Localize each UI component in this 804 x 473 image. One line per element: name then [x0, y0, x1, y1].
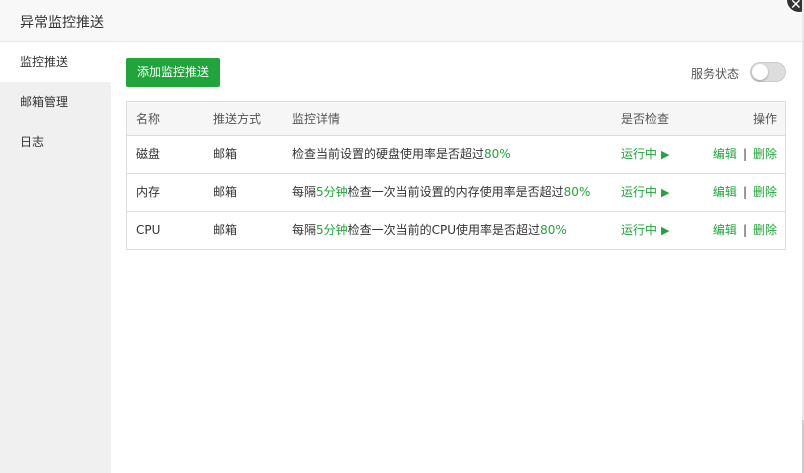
row-detail: 每隔5分钟检查一次当前设置的内存使用率是否超过80% [292, 174, 590, 211]
row-ops: 编辑 | 删除 [713, 136, 777, 173]
ops-separator: | [742, 147, 747, 161]
detail-threshold: 80% [563, 185, 591, 199]
row-ops: 编辑 | 删除 [713, 212, 777, 250]
run-status-label: 运行中 [621, 147, 658, 161]
row-name: 内存 [136, 185, 161, 199]
detail-threshold: 80% [540, 223, 567, 237]
play-icon: ▶ [661, 148, 670, 161]
detail-text: 检查当前设置的硬盘使用率是否超过 [292, 147, 485, 161]
row-method: 邮箱 [213, 185, 238, 199]
close-icon: ✕ [790, 0, 802, 13]
detail-text: 每隔 [292, 185, 317, 199]
sidebar-item-mailbox[interactable]: 邮箱管理 [0, 82, 111, 122]
table-row: 磁盘 邮箱 检查当前设置的硬盘使用率是否超过80% 运行中 ▶ 编辑 | 删除 [127, 136, 785, 174]
header-ops: 操作 [752, 112, 777, 126]
table-row: 内存 邮箱 每隔5分钟检查一次当前设置的内存使用率是否超过80% 运行中 ▶ 编辑… [127, 174, 785, 212]
row-detail: 检查当前设置的硬盘使用率是否超过80% [292, 136, 511, 173]
ops-separator: | [742, 185, 747, 199]
edit-link[interactable]: 编辑 [713, 147, 737, 161]
service-status-label: 服务状态 [691, 67, 740, 81]
delete-link[interactable]: 删除 [753, 147, 777, 161]
run-status[interactable]: 运行中 ▶ [621, 136, 669, 173]
run-status[interactable]: 运行中 ▶ [621, 212, 669, 250]
play-icon: ▶ [661, 224, 670, 237]
detail-highlight: 5分钟 [316, 185, 348, 199]
row-name: CPU [136, 223, 161, 237]
delete-link[interactable]: 删除 [753, 223, 777, 237]
header-detail: 监控详情 [292, 112, 341, 126]
main-content: 添加监控推送 服务状态 名称 推送方式 监控详情 是否检查 操作 磁盘 邮箱 检… [111, 42, 802, 473]
row-method: 邮箱 [213, 223, 238, 237]
table-header: 名称 推送方式 监控详情 是否检查 操作 [127, 102, 785, 136]
header-name: 名称 [136, 112, 161, 126]
add-monitor-button[interactable]: 添加监控推送 [126, 58, 220, 87]
run-status-label: 运行中 [621, 185, 658, 199]
row-method: 邮箱 [213, 147, 238, 161]
sidebar: 监控推送 邮箱管理 日志 [0, 42, 111, 473]
detail-text: 检查一次当前的CPU使用率是否超过 [347, 223, 541, 237]
edit-link[interactable]: 编辑 [713, 185, 737, 199]
run-status-label: 运行中 [621, 223, 658, 237]
ops-separator: | [742, 223, 747, 237]
header-method: 推送方式 [213, 112, 262, 126]
row-ops: 编辑 | 删除 [713, 174, 777, 211]
monitor-table: 名称 推送方式 监控详情 是否检查 操作 磁盘 邮箱 检查当前设置的硬盘使用率是… [126, 101, 786, 250]
edit-link[interactable]: 编辑 [713, 223, 737, 237]
service-status-toggle[interactable] [750, 62, 786, 82]
detail-highlight: 5分钟 [316, 223, 348, 237]
play-icon: ▶ [661, 186, 670, 199]
detail-text: 每隔 [292, 223, 317, 237]
detail-threshold: 80% [484, 147, 511, 161]
run-status[interactable]: 运行中 ▶ [621, 174, 669, 211]
sidebar-item-monitor-push[interactable]: 监控推送 [0, 42, 111, 82]
row-name: 磁盘 [136, 147, 161, 161]
dialog-title: 异常监控推送 [20, 15, 104, 31]
toggle-knob [752, 64, 768, 80]
table-row: CPU 邮箱 每隔5分钟检查一次当前的CPU使用率是否超过80% 运行中 ▶ 编辑… [127, 212, 785, 250]
detail-text: 检查一次当前设置的内存使用率是否超过 [347, 185, 564, 199]
header-check: 是否检查 [621, 112, 670, 126]
delete-link[interactable]: 删除 [753, 185, 777, 199]
sidebar-item-logs[interactable]: 日志 [0, 122, 111, 162]
dialog: 异常监控推送 监控推送 邮箱管理 日志 添加监控推送 服务状态 名称 推送方式 … [0, 0, 802, 473]
dialog-header: 异常监控推送 [0, 0, 802, 42]
row-detail: 每隔5分钟检查一次当前的CPU使用率是否超过80% [292, 212, 567, 250]
